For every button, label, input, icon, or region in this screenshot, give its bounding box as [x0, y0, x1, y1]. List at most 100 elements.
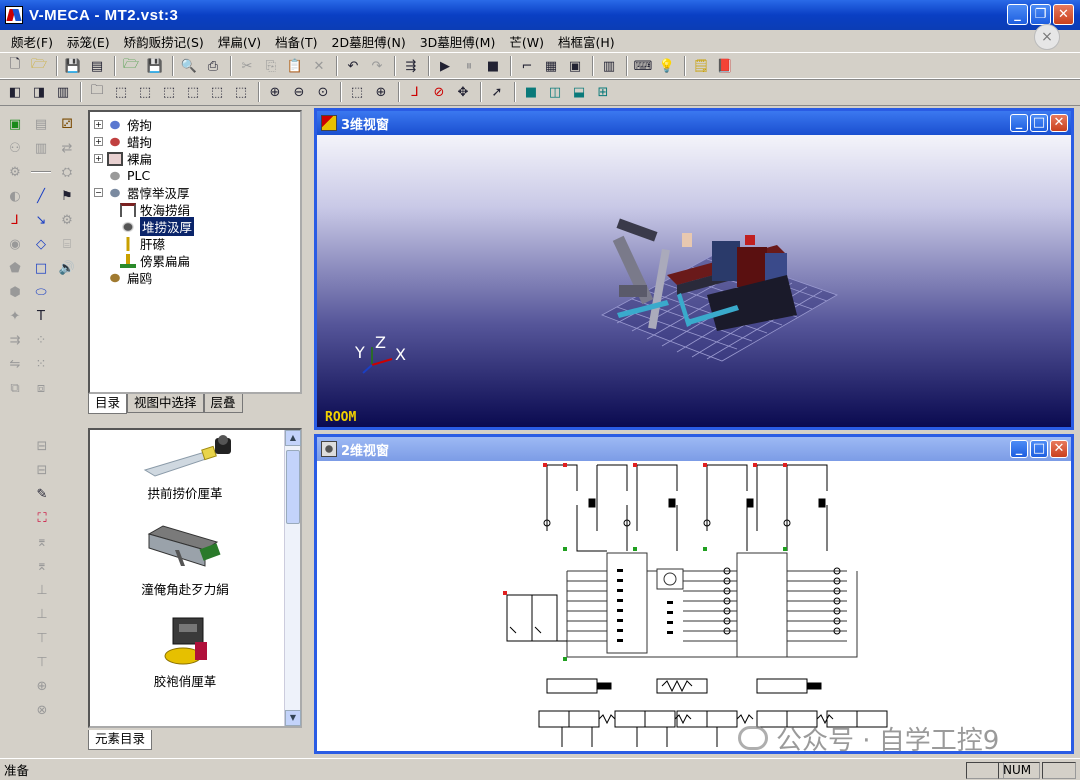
pan-icon[interactable]: ✥ — [452, 81, 474, 103]
menu-help[interactable]: 档框富(H) — [551, 32, 622, 51]
scroll-up-icon[interactable]: ▲ — [285, 430, 301, 446]
relay-tool-icon[interactable]: ⊕ — [31, 675, 53, 697]
rectangle-tool-icon[interactable]: □ — [30, 257, 52, 279]
zoom-fit-icon[interactable]: ⊙ — [312, 81, 334, 103]
image-tool-icon[interactable]: ▣ — [4, 113, 26, 135]
order-tool-icon[interactable]: ⧈ — [30, 377, 52, 399]
expand-icon[interactable]: + — [94, 137, 103, 146]
tab-catalog[interactable]: 目录 — [88, 394, 128, 414]
save-icon[interactable]: 💾 — [62, 55, 84, 77]
view-2d-canvas[interactable] — [317, 461, 1071, 751]
single-window-icon[interactable]: ■ — [520, 81, 542, 103]
delete-icon[interactable]: ✕ — [308, 55, 330, 77]
link-tool-icon[interactable]: ⇋ — [4, 353, 26, 375]
restore-button[interactable]: ❐ — [1030, 4, 1051, 25]
circle-tool-icon[interactable]: ◉ — [4, 233, 26, 255]
minimize-button[interactable]: _ — [1010, 440, 1028, 458]
save-all-icon[interactable]: ▤ — [86, 55, 108, 77]
tree-node-other[interactable]: 扁鸥 — [94, 269, 296, 286]
menu-window[interactable]: 芒(W) — [502, 32, 551, 51]
new-file-icon[interactable]: 🗋 — [4, 55, 26, 77]
object-tool-icon[interactable]: ✦ — [4, 305, 26, 327]
polyline-tool-icon[interactable]: ↘ — [30, 209, 52, 231]
tree-node-robot[interactable]: 肝礤 — [94, 235, 296, 252]
quad-view-icon[interactable]: ⊞ — [592, 81, 614, 103]
minimize-button[interactable]: _ — [1007, 4, 1028, 25]
line-tool-icon[interactable]: ╱ — [30, 185, 52, 207]
paste-icon[interactable]: 📋 — [284, 55, 306, 77]
tab-view-select[interactable]: 视图中选择 — [127, 394, 204, 413]
tab-layers[interactable]: 层叠 — [203, 394, 243, 413]
valve-tool-icon[interactable]: ⌆ — [31, 531, 53, 553]
axis-icon[interactable]: ⅃ — [404, 81, 426, 103]
lamp-tool-icon[interactable]: ⊗ — [31, 699, 53, 721]
view-left-icon[interactable]: ⬚ — [158, 81, 180, 103]
tree-node-actuators[interactable]: + 傍拘 — [94, 116, 296, 133]
wiring-icon[interactable]: ⌐ — [516, 55, 538, 77]
person-tool-icon[interactable]: ⛭ — [56, 161, 78, 183]
connector-tool-icon[interactable]: ⇉ — [4, 329, 26, 351]
cylinder2-tool-icon[interactable]: ⊟ — [31, 459, 53, 481]
distribute-tool-icon[interactable]: ⁙ — [30, 353, 52, 375]
catalog-item[interactable]: 潼俺角赴歹力絹 — [90, 520, 280, 598]
maximize-button[interactable]: □ — [1030, 440, 1048, 458]
close-button[interactable]: ✕ — [1050, 114, 1068, 132]
app-icon[interactable] — [5, 6, 23, 24]
rotate-icon[interactable]: ⊘ — [428, 81, 450, 103]
layout-columns-icon[interactable]: ▥ — [52, 81, 74, 103]
minimize-button[interactable]: _ — [1010, 114, 1028, 132]
catalog-item[interactable]: 拱前捞价厘革 — [90, 434, 280, 502]
close-button[interactable]: ✕ — [1053, 4, 1074, 25]
menu-simulation[interactable]: 矫韵贩捞记(S) — [117, 32, 211, 51]
menu-2d-modeling[interactable]: 2D墓胆傅(N) — [325, 32, 413, 51]
transfer-tool-icon[interactable]: ⇄ — [56, 137, 78, 159]
tree-node-workpiece[interactable]: 傍累扁扁 — [94, 252, 296, 269]
axis-tool-icon[interactable]: ⅃ — [4, 209, 26, 231]
robot-tool-icon[interactable]: ⚙ — [56, 209, 78, 231]
view-back-icon[interactable]: ⬚ — [134, 81, 156, 103]
tab-element-catalog[interactable]: 元素目录 — [88, 730, 153, 750]
view-front-icon[interactable]: ⬚ — [110, 81, 132, 103]
select-pointer-icon[interactable]: ➚ — [486, 81, 508, 103]
layout-left-icon[interactable]: ◧ — [4, 81, 26, 103]
view-top-icon[interactable]: ⬚ — [206, 81, 228, 103]
redo-icon[interactable]: ↷ — [366, 55, 388, 77]
compile-icon[interactable]: ⇶ — [400, 55, 422, 77]
catalog-item[interactable]: 胶袍俏厘革 — [90, 614, 280, 690]
menu-tools[interactable]: 档备(T) — [268, 32, 324, 51]
zoom-out-icon[interactable]: ⊖ — [288, 81, 310, 103]
page2-tool-icon[interactable]: ▥ — [30, 137, 52, 159]
expand-icon[interactable]: + — [94, 120, 103, 129]
book-icon[interactable]: 📕 — [714, 55, 736, 77]
catalog-scrollbar[interactable]: ▲ ▼ — [284, 430, 301, 726]
page-tool-icon[interactable]: ▤ — [30, 113, 52, 135]
menu-file[interactable]: 颇老(F) — [4, 32, 60, 51]
pencil-tool-icon[interactable]: ✎ — [31, 483, 53, 505]
ellipse-tool-icon[interactable]: ⬭ — [30, 281, 52, 303]
view-3d-canvas[interactable]: Y Z X ROOM — [317, 135, 1071, 427]
switch2-tool-icon[interactable]: ⊥ — [31, 603, 53, 625]
polygon-tool-icon[interactable]: ◇ — [30, 233, 52, 255]
keyboard-icon[interactable]: ⌨ — [632, 55, 654, 77]
sensor-tool-icon[interactable]: ⚑ — [56, 185, 78, 207]
mesh-tool-icon[interactable]: ⬢ — [4, 281, 26, 303]
gear-tool-icon[interactable]: ⚙ — [4, 161, 26, 183]
view-right-icon[interactable]: ⬚ — [182, 81, 204, 103]
split-vertical-icon[interactable]: ◫ — [544, 81, 566, 103]
tree-node-equipment[interactable]: − 嚣惇举汲厚 — [94, 184, 296, 201]
scroll-thumb[interactable] — [286, 450, 300, 524]
undo-icon[interactable]: ↶ — [342, 55, 364, 77]
text-tool-icon[interactable]: T — [30, 305, 52, 327]
fill-tool-icon[interactable]: ⛶ — [31, 507, 53, 529]
print-preview-icon[interactable]: 🔍 — [178, 55, 200, 77]
copy-icon[interactable]: ⎘ — [260, 55, 282, 77]
tree-node-selected[interactable]: 堆捞汲厚 — [94, 217, 296, 236]
help-icon[interactable]: × — [1034, 24, 1060, 50]
joint-tool-icon[interactable]: ⧉ — [4, 377, 26, 399]
menu-edit[interactable]: 祘笼(E) — [60, 32, 117, 51]
contact-tool-icon[interactable]: ⊤ — [31, 627, 53, 649]
split-horizontal-icon[interactable]: ⬓ — [568, 81, 590, 103]
zoom-window-icon[interactable]: ⬚ — [346, 81, 368, 103]
tree-node-pneumatic[interactable]: + 蜡拘 — [94, 133, 296, 150]
menu-3d-modeling[interactable]: 3D墓胆傅(M) — [413, 32, 503, 51]
